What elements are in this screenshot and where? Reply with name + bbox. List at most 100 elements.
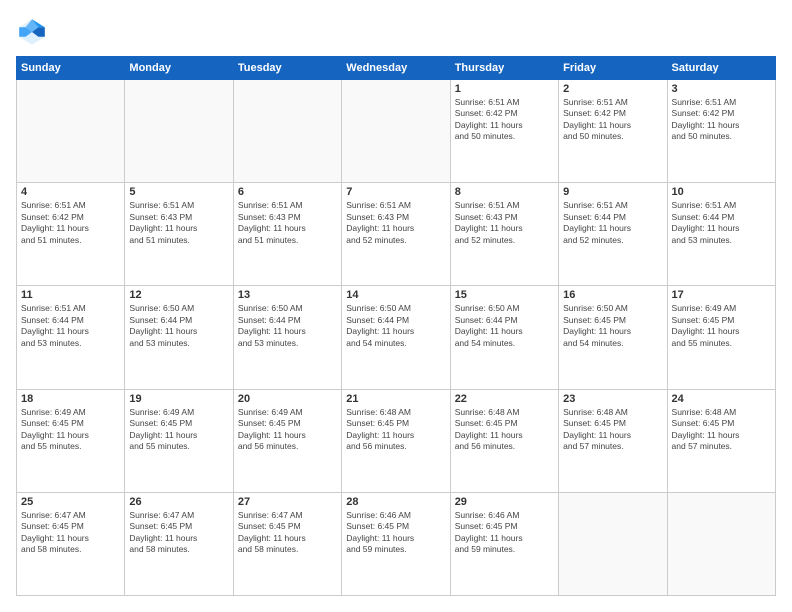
- day-number: 21: [346, 393, 445, 405]
- day-info: Sunrise: 6:50 AM Sunset: 6:44 PM Dayligh…: [238, 303, 337, 349]
- calendar-cell: 6 Sunrise: 6:51 AM Sunset: 6:43 PM Daylig…: [233, 183, 341, 286]
- calendar-cell: [559, 492, 667, 595]
- day-number: 13: [238, 289, 337, 301]
- day-info: Sunrise: 6:46 AM Sunset: 6:45 PM Dayligh…: [455, 510, 554, 556]
- calendar-cell: 3 Sunrise: 6:51 AM Sunset: 6:42 PM Daylig…: [667, 80, 775, 183]
- day-info: Sunrise: 6:49 AM Sunset: 6:45 PM Dayligh…: [21, 407, 120, 453]
- day-info: Sunrise: 6:50 AM Sunset: 6:44 PM Dayligh…: [346, 303, 445, 349]
- day-info: Sunrise: 6:48 AM Sunset: 6:45 PM Dayligh…: [455, 407, 554, 453]
- day-number: 11: [21, 289, 120, 301]
- day-number: 28: [346, 496, 445, 508]
- day-number: 19: [129, 393, 228, 405]
- day-number: 10: [672, 186, 771, 198]
- day-number: 26: [129, 496, 228, 508]
- page: SundayMondayTuesdayWednesdayThursdayFrid…: [0, 0, 792, 612]
- calendar-table: SundayMondayTuesdayWednesdayThursdayFrid…: [16, 56, 776, 596]
- calendar-week-3: 18 Sunrise: 6:49 AM Sunset: 6:45 PM Dayli…: [17, 389, 776, 492]
- calendar-header-tuesday: Tuesday: [233, 57, 341, 80]
- day-info: Sunrise: 6:51 AM Sunset: 6:42 PM Dayligh…: [672, 97, 771, 143]
- day-info: Sunrise: 6:51 AM Sunset: 6:43 PM Dayligh…: [346, 200, 445, 246]
- logo: [16, 16, 52, 48]
- day-info: Sunrise: 6:47 AM Sunset: 6:45 PM Dayligh…: [238, 510, 337, 556]
- day-number: 5: [129, 186, 228, 198]
- day-number: 18: [21, 393, 120, 405]
- calendar-cell: 7 Sunrise: 6:51 AM Sunset: 6:43 PM Daylig…: [342, 183, 450, 286]
- day-number: 3: [672, 83, 771, 95]
- calendar-cell: 26 Sunrise: 6:47 AM Sunset: 6:45 PM Dayli…: [125, 492, 233, 595]
- day-info: Sunrise: 6:50 AM Sunset: 6:45 PM Dayligh…: [563, 303, 662, 349]
- calendar-cell: [342, 80, 450, 183]
- day-info: Sunrise: 6:48 AM Sunset: 6:45 PM Dayligh…: [346, 407, 445, 453]
- day-info: Sunrise: 6:47 AM Sunset: 6:45 PM Dayligh…: [21, 510, 120, 556]
- day-info: Sunrise: 6:51 AM Sunset: 6:42 PM Dayligh…: [563, 97, 662, 143]
- day-info: Sunrise: 6:51 AM Sunset: 6:44 PM Dayligh…: [563, 200, 662, 246]
- day-number: 6: [238, 186, 337, 198]
- calendar-cell: 10 Sunrise: 6:51 AM Sunset: 6:44 PM Dayli…: [667, 183, 775, 286]
- calendar-header-friday: Friday: [559, 57, 667, 80]
- day-info: Sunrise: 6:48 AM Sunset: 6:45 PM Dayligh…: [672, 407, 771, 453]
- calendar-cell: 5Sunrise: 6:51 AM Sunset: 6:43 PM Daylig…: [125, 183, 233, 286]
- calendar-week-1: 4 Sunrise: 6:51 AM Sunset: 6:42 PM Daylig…: [17, 183, 776, 286]
- day-info: Sunrise: 6:49 AM Sunset: 6:45 PM Dayligh…: [672, 303, 771, 349]
- day-number: 25: [21, 496, 120, 508]
- calendar-week-4: 25 Sunrise: 6:47 AM Sunset: 6:45 PM Dayli…: [17, 492, 776, 595]
- calendar-header-wednesday: Wednesday: [342, 57, 450, 80]
- day-info: Sunrise: 6:51 AM Sunset: 6:43 PM Dayligh…: [238, 200, 337, 246]
- day-number: 22: [455, 393, 554, 405]
- day-number: 17: [672, 289, 771, 301]
- calendar-cell: 20 Sunrise: 6:49 AM Sunset: 6:45 PM Dayli…: [233, 389, 341, 492]
- calendar-cell: 13 Sunrise: 6:50 AM Sunset: 6:44 PM Dayli…: [233, 286, 341, 389]
- calendar-header-thursday: Thursday: [450, 57, 558, 80]
- day-number: 7: [346, 186, 445, 198]
- day-info: Sunrise: 6:50 AM Sunset: 6:44 PM Dayligh…: [455, 303, 554, 349]
- calendar-cell: 1 Sunrise: 6:51 AM Sunset: 6:42 PM Daylig…: [450, 80, 558, 183]
- day-info: Sunrise: 6:51 AM Sunset: 6:42 PM Dayligh…: [455, 97, 554, 143]
- day-number: 8: [455, 186, 554, 198]
- day-number: 1: [455, 83, 554, 95]
- calendar-cell: 14 Sunrise: 6:50 AM Sunset: 6:44 PM Dayli…: [342, 286, 450, 389]
- calendar-cell: 19 Sunrise: 6:49 AM Sunset: 6:45 PM Dayli…: [125, 389, 233, 492]
- logo-icon: [16, 16, 48, 48]
- calendar-cell: 29Sunrise: 6:46 AM Sunset: 6:45 PM Dayli…: [450, 492, 558, 595]
- calendar-header-monday: Monday: [125, 57, 233, 80]
- calendar-cell: 16 Sunrise: 6:50 AM Sunset: 6:45 PM Dayli…: [559, 286, 667, 389]
- calendar-cell: 2 Sunrise: 6:51 AM Sunset: 6:42 PM Daylig…: [559, 80, 667, 183]
- calendar-cell: 15 Sunrise: 6:50 AM Sunset: 6:44 PM Dayli…: [450, 286, 558, 389]
- calendar-cell: 24 Sunrise: 6:48 AM Sunset: 6:45 PM Dayli…: [667, 389, 775, 492]
- day-number: 20: [238, 393, 337, 405]
- calendar-week-0: 1 Sunrise: 6:51 AM Sunset: 6:42 PM Daylig…: [17, 80, 776, 183]
- day-info: Sunrise: 6:51 AM Sunset: 6:44 PM Dayligh…: [672, 200, 771, 246]
- calendar-week-2: 11 Sunrise: 6:51 AM Sunset: 6:44 PM Dayli…: [17, 286, 776, 389]
- day-info: Sunrise: 6:46 AM Sunset: 6:45 PM Dayligh…: [346, 510, 445, 556]
- calendar-cell: 11 Sunrise: 6:51 AM Sunset: 6:44 PM Dayli…: [17, 286, 125, 389]
- calendar-cell: 27 Sunrise: 6:47 AM Sunset: 6:45 PM Dayli…: [233, 492, 341, 595]
- day-info: Sunrise: 6:50 AM Sunset: 6:44 PM Dayligh…: [129, 303, 228, 349]
- day-number: 14: [346, 289, 445, 301]
- header: [16, 16, 776, 48]
- calendar-cell: 17 Sunrise: 6:49 AM Sunset: 6:45 PM Dayli…: [667, 286, 775, 389]
- calendar-cell: 4 Sunrise: 6:51 AM Sunset: 6:42 PM Daylig…: [17, 183, 125, 286]
- calendar-cell: [233, 80, 341, 183]
- day-number: 2: [563, 83, 662, 95]
- day-number: 12: [129, 289, 228, 301]
- day-number: 15: [455, 289, 554, 301]
- calendar-cell: 8 Sunrise: 6:51 AM Sunset: 6:43 PM Daylig…: [450, 183, 558, 286]
- day-info: Sunrise: 6:47 AM Sunset: 6:45 PM Dayligh…: [129, 510, 228, 556]
- day-info: Sunrise: 6:51 AM Sunset: 6:43 PM Dayligh…: [455, 200, 554, 246]
- calendar-header-saturday: Saturday: [667, 57, 775, 80]
- day-info: Sunrise: 6:51 AM Sunset: 6:42 PM Dayligh…: [21, 200, 120, 246]
- calendar-cell: 9Sunrise: 6:51 AM Sunset: 6:44 PM Daylig…: [559, 183, 667, 286]
- calendar-cell: 18 Sunrise: 6:49 AM Sunset: 6:45 PM Dayli…: [17, 389, 125, 492]
- day-info: Sunrise: 6:49 AM Sunset: 6:45 PM Dayligh…: [238, 407, 337, 453]
- calendar-cell: [125, 80, 233, 183]
- day-info: Sunrise: 6:51 AM Sunset: 6:44 PM Dayligh…: [21, 303, 120, 349]
- day-info: Sunrise: 6:49 AM Sunset: 6:45 PM Dayligh…: [129, 407, 228, 453]
- day-number: 16: [563, 289, 662, 301]
- day-number: 4: [21, 186, 120, 198]
- calendar-cell: 12 Sunrise: 6:50 AM Sunset: 6:44 PM Dayli…: [125, 286, 233, 389]
- calendar-header-row: SundayMondayTuesdayWednesdayThursdayFrid…: [17, 57, 776, 80]
- day-number: 27: [238, 496, 337, 508]
- calendar-cell: [667, 492, 775, 595]
- calendar-cell: [17, 80, 125, 183]
- day-number: 24: [672, 393, 771, 405]
